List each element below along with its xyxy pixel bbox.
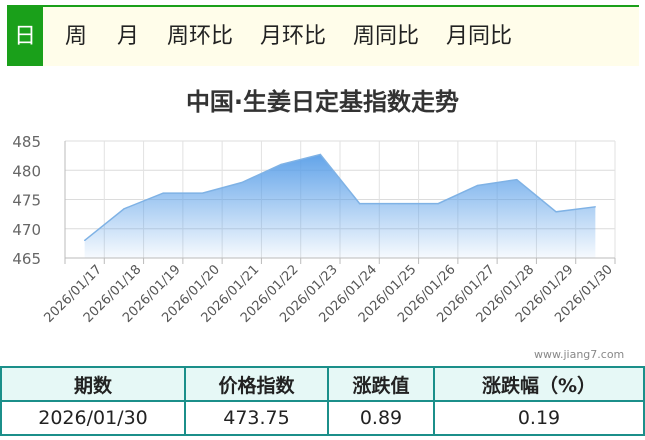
y-tick-label: 470 xyxy=(12,221,41,239)
cell-period: 2026/01/30 xyxy=(0,400,186,436)
data-point xyxy=(241,181,243,184)
index-trend-chart: 4654704754804852026/01/172026/01/182026/… xyxy=(12,133,615,326)
cell-change-value: 0.89 xyxy=(327,400,435,436)
cell-change-percent: 0.19 xyxy=(433,400,645,436)
chart-title: 中国·生姜日定基指数走势 xyxy=(185,88,460,116)
tab-month-on-month[interactable]: 月环比 xyxy=(260,7,326,66)
period-tab-bar: 日 周 月 周环比 月环比 周同比 月同比 xyxy=(7,5,639,66)
summary-header-row: 期数 价格指数 涨跌值 涨跌幅（%） xyxy=(0,366,645,402)
watermark: www.jiang7.com xyxy=(534,348,625,361)
header-price-index: 价格指数 xyxy=(184,366,329,402)
cell-price-index: 473.75 xyxy=(184,400,329,436)
data-point xyxy=(398,202,400,205)
tab-week[interactable]: 周 xyxy=(65,7,87,66)
tab-week-on-week[interactable]: 周环比 xyxy=(167,7,233,66)
header-change-percent: 涨跌幅（%） xyxy=(433,366,645,402)
data-point xyxy=(555,211,557,213)
data-point xyxy=(162,192,164,194)
data-point xyxy=(594,206,596,208)
tab-day[interactable]: 日 xyxy=(7,7,43,66)
y-tick-label: 465 xyxy=(12,250,41,268)
header-change-value: 涨跌值 xyxy=(327,366,435,402)
data-point xyxy=(516,179,518,181)
summary-table: 期数 价格指数 涨跌值 涨跌幅（%） 2026/01/30 473.75 0.8… xyxy=(0,366,645,436)
data-point xyxy=(123,208,125,210)
data-point xyxy=(359,202,361,205)
tab-month-year-on-year[interactable]: 月同比 xyxy=(446,7,512,66)
tab-week-year-on-year[interactable]: 周同比 xyxy=(353,7,419,66)
y-tick-label: 480 xyxy=(12,162,41,180)
data-point xyxy=(201,192,204,194)
data-point xyxy=(84,239,86,242)
data-point xyxy=(319,153,321,156)
data-point xyxy=(280,163,282,165)
data-point xyxy=(476,184,479,187)
header-period: 期数 xyxy=(0,366,186,402)
y-tick-label: 475 xyxy=(12,192,41,210)
tab-month[interactable]: 月 xyxy=(117,7,139,66)
data-point xyxy=(437,202,439,205)
summary-data-row: 2026/01/30 473.75 0.89 0.19 xyxy=(0,400,645,436)
y-tick-label: 485 xyxy=(12,133,41,151)
